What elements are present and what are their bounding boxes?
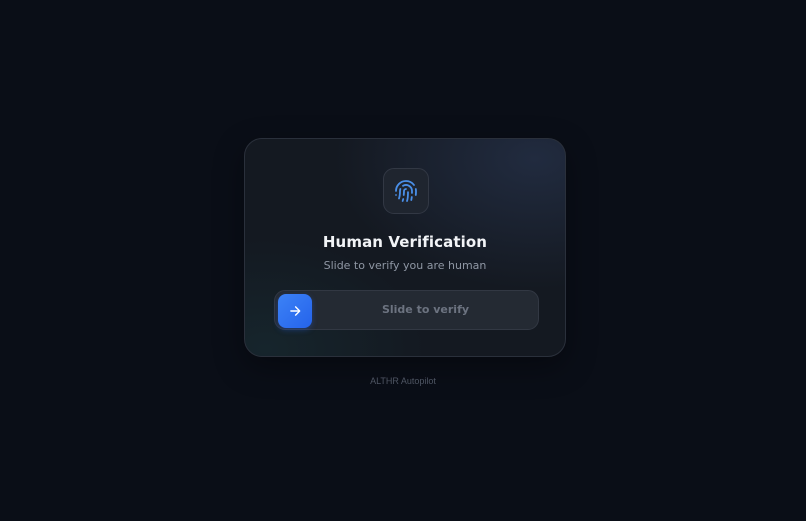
verification-card: Human Verification Slide to verify you a… [244, 138, 566, 357]
arrow-right-icon [290, 306, 301, 316]
slider-label: Slide to verify [381, 303, 470, 316]
footer-brand: ALTHR Autopilot [370, 376, 436, 386]
fingerprint-icon [395, 180, 417, 202]
slider-handle[interactable] [278, 294, 312, 328]
verification-page: Human Verification Slide to verify you a… [0, 0, 806, 521]
card-subtitle: Slide to verify you are human [323, 259, 487, 272]
card-title: Human Verification [322, 233, 488, 251]
verify-slider-track[interactable]: Slide to verify [274, 290, 539, 330]
fingerprint-icon-container [383, 168, 429, 214]
